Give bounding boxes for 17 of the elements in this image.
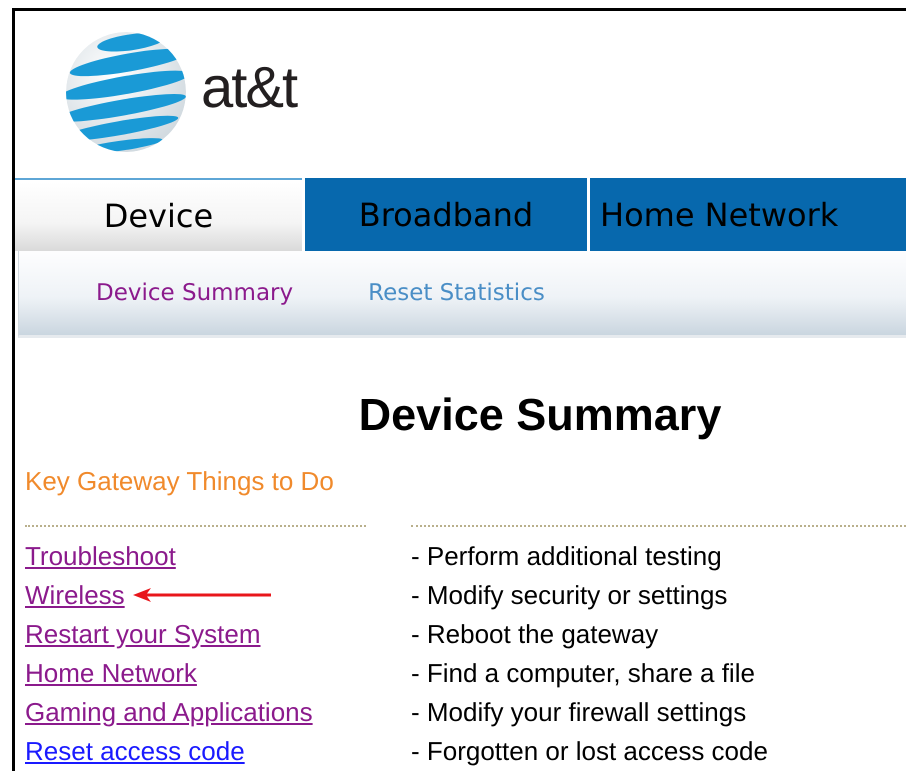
task-link[interactable]: Reset access code xyxy=(25,736,245,766)
task-link[interactable]: Home Network xyxy=(25,658,197,688)
task-link[interactable]: Wireless xyxy=(25,580,125,610)
task-description: - Find a computer, share a file xyxy=(411,656,756,690)
task-link[interactable]: Troubleshoot xyxy=(25,540,176,572)
page-heading: Device Summary xyxy=(358,390,722,440)
globe-logo-icon xyxy=(65,30,187,152)
task-description: - Forgotten or lost access code xyxy=(411,734,769,768)
logo-wordmark: at&t xyxy=(201,54,296,121)
task-link[interactable]: Gaming and Applications xyxy=(25,696,313,728)
task-description: - Perform additional testing xyxy=(411,540,723,572)
task-description: - Modify security or settings xyxy=(411,578,728,612)
subnav-link[interactable]: Device Summary xyxy=(96,280,294,306)
task-link[interactable]: Restart your System xyxy=(25,618,261,650)
section-title: Key Gateway Things to Do xyxy=(25,466,334,496)
task-description: - Modify your firewall settings xyxy=(411,696,748,728)
task-description: - Reboot the gateway xyxy=(411,618,660,650)
